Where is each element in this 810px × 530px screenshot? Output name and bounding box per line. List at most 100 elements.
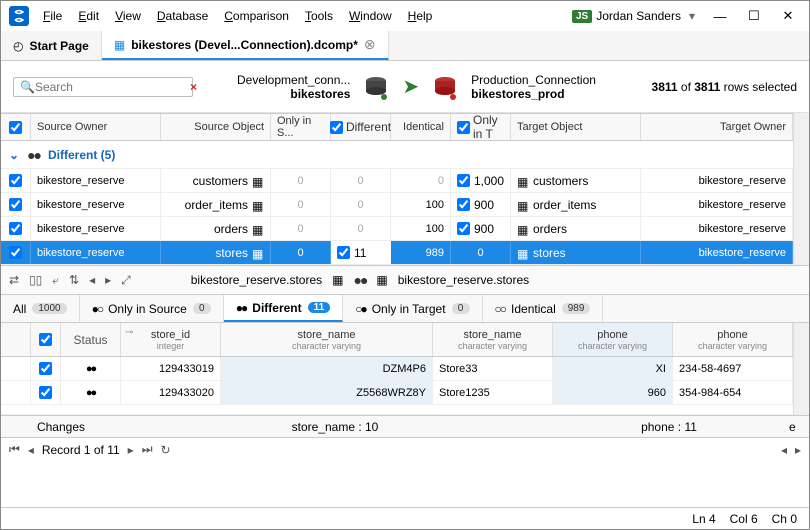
- table-row[interactable]: bikestore_reserve customers▦ 0 0 0 1,000…: [1, 169, 793, 193]
- source-db-name: bikestores: [290, 87, 350, 101]
- onlyt-checkbox[interactable]: [457, 174, 470, 187]
- diff-dots-icon: ●●: [27, 147, 40, 163]
- only-source-icon: ●○: [92, 302, 103, 316]
- sync-icon[interactable]: ⇄: [9, 273, 19, 287]
- row-checkbox[interactable]: [9, 198, 22, 211]
- search-input[interactable]: [35, 80, 190, 94]
- window-close[interactable]: ✕: [775, 8, 801, 24]
- table-icon: ▦: [517, 199, 529, 211]
- summary-row: Changes store_name : 10 phone : 11 e: [1, 415, 809, 437]
- expand-icon[interactable]: ⤢: [121, 273, 131, 288]
- vertical-scrollbar[interactable]: [793, 323, 809, 415]
- hscroll-right-icon[interactable]: ▸: [795, 443, 801, 457]
- vertical-scrollbar[interactable]: [793, 113, 809, 265]
- detail-row[interactable]: [1, 405, 793, 415]
- detail-row[interactable]: ●● 129433019 DZM4P6 Store33 XI 234-58-46…: [1, 357, 793, 381]
- chevron-down-icon[interactable]: ⌄: [9, 148, 19, 162]
- table-row-selected[interactable]: bikestore_reserve stores▦ 0 11 989 0 ▦st…: [1, 241, 793, 265]
- window-minimize[interactable]: —: [707, 9, 733, 24]
- start-page-icon: ◴: [13, 39, 23, 53]
- source-connection: Development_conn... bikestores: [237, 73, 350, 101]
- filter-onlys-count: 0: [193, 303, 211, 314]
- filter-all[interactable]: All 1000: [1, 295, 80, 322]
- detail-row-checkbox[interactable]: [39, 386, 52, 399]
- target-connection: Production_Connection bikestores_prod: [471, 73, 596, 101]
- select-all-checkbox[interactable]: [9, 121, 22, 134]
- tab-start-label: Start Page: [29, 39, 88, 53]
- row-checkbox[interactable]: [9, 246, 22, 259]
- filter-only-target[interactable]: ○● Only in Target 0: [343, 295, 482, 322]
- onlyt-checkbox[interactable]: [457, 222, 470, 235]
- menu-file[interactable]: File: [37, 5, 68, 27]
- tab-document[interactable]: ▦ bikestores (Devel...Connection).dcomp*…: [102, 31, 389, 60]
- search-clear-icon[interactable]: ×: [190, 80, 197, 94]
- source-conn-name: Development_conn...: [237, 73, 350, 87]
- filter-different[interactable]: ●● Different 11: [224, 295, 343, 322]
- col-store-id[interactable]: store_id: [151, 329, 190, 341]
- filter-ident-count: 989: [562, 303, 591, 314]
- onlyt-checkbox[interactable]: [457, 198, 470, 211]
- detail-select-all[interactable]: [39, 333, 52, 346]
- sort-icon[interactable]: ⇅: [69, 273, 79, 287]
- col-target-object[interactable]: Target Object: [511, 114, 641, 140]
- diff-checkbox[interactable]: [337, 246, 350, 259]
- table-icon: ▦: [332, 273, 343, 287]
- table-icon: ▦: [252, 223, 264, 235]
- col-phone-src[interactable]: phone: [597, 329, 628, 341]
- table-icon: ▦: [376, 273, 387, 287]
- group-different[interactable]: ⌄ ●● Different (5): [1, 141, 793, 169]
- wrap-icon[interactable]: ⤶: [52, 273, 59, 288]
- filter-identical[interactable]: ○○ Identical 989: [483, 295, 604, 322]
- col-only-target[interactable]: Only in T: [473, 113, 504, 141]
- menu-edit[interactable]: Edit: [72, 5, 105, 27]
- col-target-owner[interactable]: Target Owner: [641, 114, 793, 140]
- col-source-object[interactable]: Source Object: [161, 114, 271, 140]
- col-onlyt-checkbox[interactable]: [457, 121, 470, 134]
- menu-tools[interactable]: Tools: [299, 5, 339, 27]
- detail-row[interactable]: ●● 129433020 Z5568WRZ8Y Store1235 960 35…: [1, 381, 793, 405]
- table-row[interactable]: bikestore_reserve orders▦ 0 0 100 900 ▦o…: [1, 217, 793, 241]
- menu-database[interactable]: Database: [151, 5, 214, 27]
- user-name[interactable]: Jordan Sanders: [596, 9, 681, 23]
- row-checkbox[interactable]: [9, 222, 22, 235]
- tab-close-icon[interactable]: ⊗: [364, 36, 376, 53]
- row-checkbox[interactable]: [9, 174, 22, 187]
- status-different-icon: ●●: [61, 381, 121, 404]
- filter-only-source[interactable]: ●○ Only in Source 0: [80, 295, 224, 322]
- target-db-name: bikestores_prod: [471, 87, 564, 101]
- user-menu-caret[interactable]: ▾: [689, 9, 695, 23]
- summary-phone: phone : 11: [549, 420, 789, 434]
- col-store-name-tgt[interactable]: store_name: [463, 329, 521, 341]
- menu-view[interactable]: View: [109, 5, 147, 27]
- menu-comparison[interactable]: Comparison: [218, 5, 295, 27]
- detail-row-checkbox[interactable]: [39, 362, 52, 375]
- nav-prev-icon[interactable]: ◂: [28, 443, 34, 457]
- col-store-name-src[interactable]: store_name: [297, 329, 355, 341]
- col-identical[interactable]: Identical: [391, 114, 451, 140]
- nav-next-icon[interactable]: ▸: [128, 443, 134, 457]
- col-source-owner[interactable]: Source Owner: [31, 114, 161, 140]
- columns-icon[interactable]: ▯▯: [29, 273, 42, 287]
- col-different[interactable]: Different: [346, 120, 391, 134]
- prev-icon[interactable]: ◂: [89, 273, 95, 287]
- nav-refresh-icon[interactable]: ↻: [161, 443, 171, 457]
- filter-diff-count: 11: [308, 302, 331, 313]
- tab-start-page[interactable]: ◴ Start Page: [1, 31, 102, 60]
- key-icon: ⊸: [125, 327, 133, 338]
- app-logo: [9, 6, 29, 26]
- table-icon: ▦: [252, 175, 264, 187]
- hscroll-left-icon[interactable]: ◂: [781, 443, 787, 457]
- col-phone-tgt[interactable]: phone: [717, 329, 748, 341]
- status-col: Col 6: [730, 512, 758, 526]
- search-box[interactable]: 🔍 ×: [13, 77, 193, 97]
- col-different-checkbox[interactable]: [330, 121, 343, 134]
- menu-window[interactable]: Window: [343, 5, 398, 27]
- menu-help[interactable]: Help: [402, 5, 439, 27]
- table-row[interactable]: bikestore_reserve order_items▦ 0 0 100 9…: [1, 193, 793, 217]
- col-only-source[interactable]: Only in S...: [271, 114, 331, 140]
- col-status[interactable]: Status: [73, 333, 107, 347]
- next-icon[interactable]: ▸: [105, 273, 111, 287]
- nav-last-icon[interactable]: ⏭: [142, 442, 153, 457]
- window-maximize[interactable]: ☐: [741, 8, 767, 24]
- nav-first-icon[interactable]: ⏮: [9, 442, 20, 457]
